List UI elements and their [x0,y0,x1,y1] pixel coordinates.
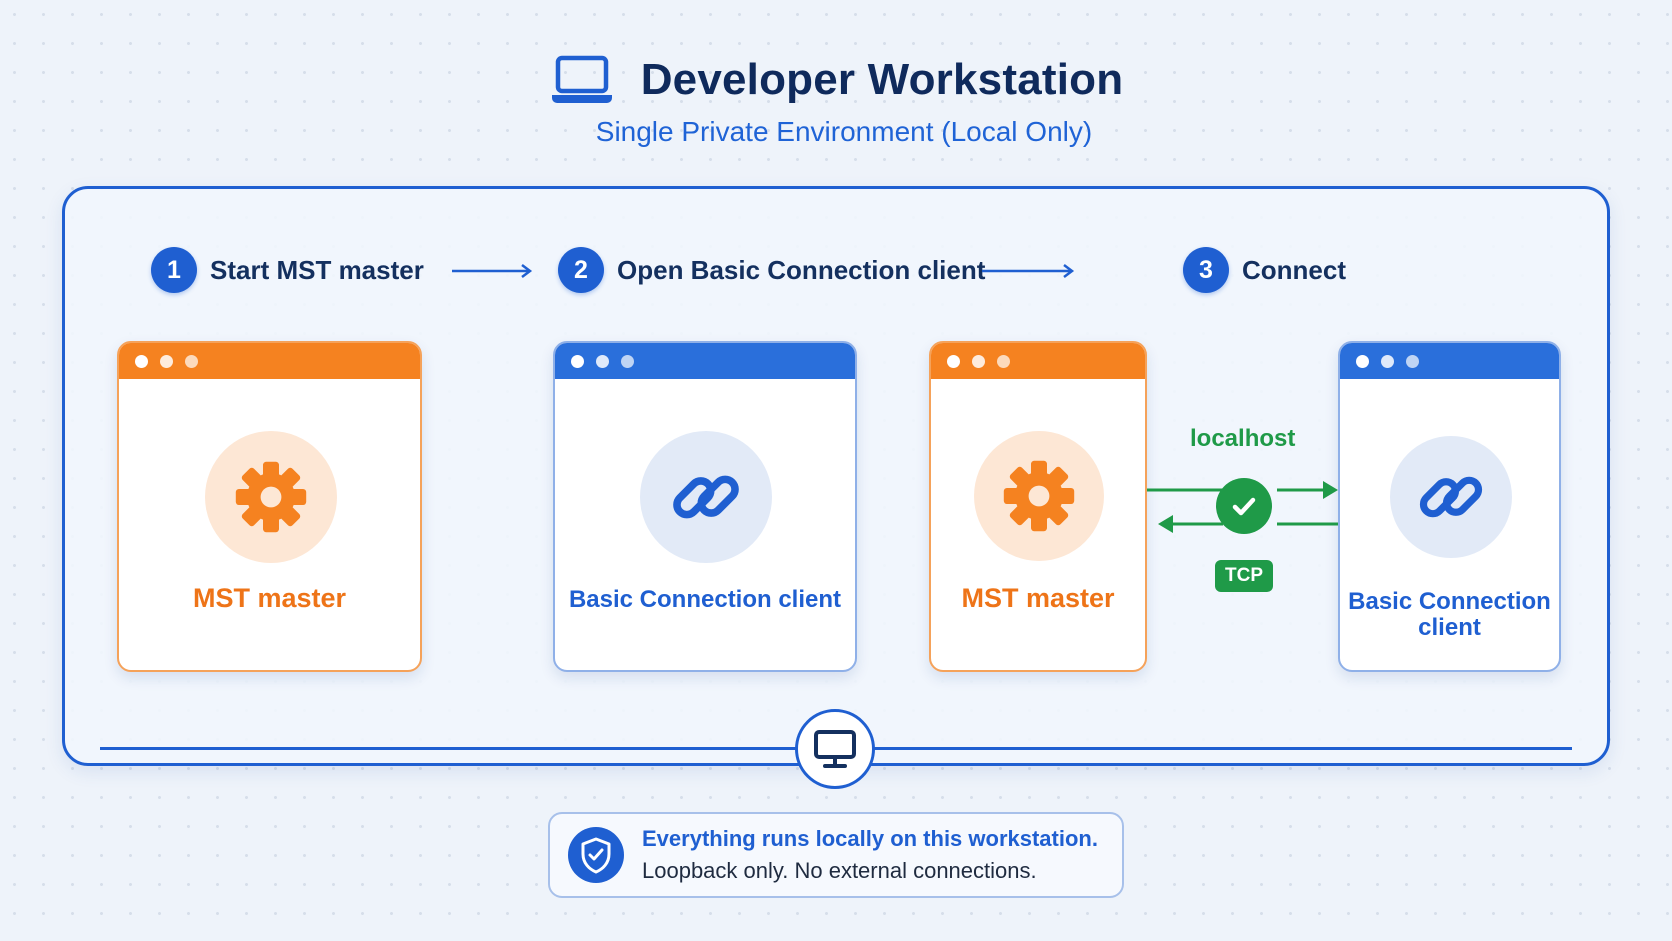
gear-icon-circle [205,431,337,563]
header: Developer Workstation [0,48,1672,112]
step-arrow-1 [452,264,533,278]
page-title: Developer Workstation [640,55,1124,104]
window-dot [972,354,985,368]
window-dot [621,354,634,368]
laptop-icon [551,55,612,103]
localhost-label: localhost [1190,425,1296,452]
shield-badge [568,827,624,883]
shield-check-icon [581,837,611,874]
link-icon-circle [1390,436,1512,558]
link-icon [1419,476,1483,518]
window-dot [1356,354,1369,368]
notice-headline: Everything runs locally on this workstat… [642,826,1098,851]
page-subtitle: Single Private Environment (Local Only) [595,116,1093,147]
mst-master-label: MST master [961,583,1115,613]
step-2: 2 Open Basic Connection client [558,246,985,294]
window-dot [947,354,960,368]
basic-client-label-line1: Basic Connection [1348,588,1551,615]
mst-master-window: MST master [117,341,422,672]
step-1-number: 1 [151,247,197,293]
monitor-icon [814,730,856,768]
notice-text: Everything runs locally on this workstat… [642,826,1098,884]
step-2-label: Open Basic Connection client [617,254,986,285]
link-icon-circle [640,431,772,563]
local-only-notice: Everything runs locally on this workstat… [548,812,1124,898]
window-dot [571,354,584,368]
window-dot [596,354,609,368]
mst-master-label: MST master [192,583,347,613]
window-titlebar [119,343,420,379]
window-titlebar [931,343,1145,379]
window-dot [160,354,173,368]
basic-client-label: Basic Connection client [568,586,842,613]
window-dot [997,354,1010,368]
monitor-badge [795,709,875,789]
step-2-number: 2 [558,247,604,293]
step-arrow-2 [982,264,1075,278]
connection-status [1216,478,1272,534]
mst-master-window-connect: MST master [929,341,1147,672]
window-titlebar [1340,343,1559,379]
window-dot [185,354,198,368]
gear-icon-circle [974,431,1104,561]
basic-client-label: Basic Connection client [1340,589,1559,641]
link-icon [673,475,739,519]
step-3-number: 3 [1183,247,1229,293]
step-1: 1 Start MST master [151,246,424,294]
window-dot [135,354,148,368]
step-1-label: Start MST master [210,254,424,285]
notice-detail: Loopback only. No external connections. [642,858,1037,883]
check-icon [1232,497,1256,516]
step-3: 3 Connect [1183,246,1346,294]
tcp-badge: TCP [1215,560,1273,592]
basic-client-window: Basic Connection client [553,341,857,672]
step-3-label: Connect [1242,254,1346,285]
basic-client-window-connect: Basic Connection client [1338,341,1561,672]
window-dot [1381,354,1394,368]
gear-icon [235,461,307,533]
basic-client-label-line2: client [1418,614,1481,641]
window-dot [1406,354,1419,368]
window-titlebar [555,343,855,379]
gear-icon [1003,460,1075,532]
